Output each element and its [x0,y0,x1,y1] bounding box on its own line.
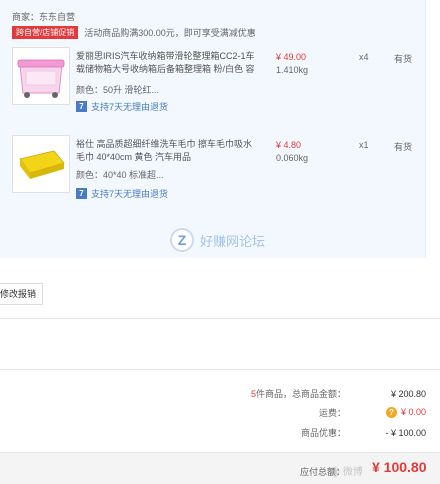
discount-label: 商品优惠： [300,428,346,438]
goods-total-label-text: 件商品，总商品金额： [255,389,346,399]
product-quantity: x4 [359,52,369,62]
freight-label: 运费： [318,408,346,418]
stock-status: 有货 [394,142,413,152]
payable-amount: ¥ 100.80 [372,459,427,475]
return-policy-link[interactable]: 7 支持7天无理由退货 [76,100,168,113]
product-image-storage-box[interactable] [12,47,70,105]
goods-total-row: 5件商品，总商品金额： ¥ 200.80 [216,387,426,400]
freight-row: 运费： ? ¥ 0.00 [216,406,426,419]
product-price: ¥ 4.80 [276,140,302,150]
seven-day-return-icon: 7 [76,188,87,199]
product-spec: 颜色：40*40 标准超... [76,170,164,180]
watermark-text: 好赚网论坛 [200,233,266,249]
promo-text: 活动商品购满300.00元，即可享受满减优惠 [84,28,256,38]
forum-logo-icon: Z [170,228,194,252]
stock-status: 有货 [394,54,413,64]
discount-value: - ¥ 100.00 [385,427,426,438]
return-policy-link[interactable]: 7 支持7天无理由退货 [76,187,168,200]
product-spec: 颜色：50升 滑轮红... [76,85,160,95]
edit-invoice-button[interactable]: 修改报销 [0,283,44,305]
product-weight: 0.060kg [276,153,309,163]
product-weight: 1.410kg [276,65,309,75]
payable-footer: @ 微博 应付总额： ¥ 100.80 [0,452,440,484]
goods-total-value: ¥ 200.80 [390,388,426,399]
seller-label: 商家：东东自营 [12,12,76,22]
return-policy-text: 支持7天无理由退货 [91,102,169,112]
forum-watermark: Z 好赚网论坛 [170,228,265,252]
goods-total-label: 5件商品，总商品金额： [216,387,346,400]
product-price: ¥ 49.00 [276,52,307,62]
product-name[interactable]: 爱丽思IRIS汽车收纳箱带滑轮整理箱CC2-1车载储物箱大号收纳箱后备箱整理箱 … [76,50,256,76]
freight-value-wrap: ? ¥ 0.00 [346,407,426,418]
product-quantity: x1 [359,140,369,150]
freight-value: ¥ 0.00 [400,407,426,417]
payable-label: 应付总额： [300,467,346,477]
promo-row: 跨自营/店铺促销 活动商品购满300.00元，即可享受满减优惠 [12,26,256,39]
freight-info-icon[interactable]: ? [385,407,397,418]
return-policy-text: 支持7天无理由退货 [91,189,169,199]
product-name[interactable]: 裕仕 高品质超细纤维洗车毛巾 擦车毛巾吸水毛巾 40*40cm 黄色 汽车用品 [76,138,256,164]
promo-tag: 跨自营/店铺促销 [12,26,79,39]
seven-day-return-icon: 7 [76,101,87,112]
order-items-panel: 商家：东东自营 跨自营/店铺促销 活动商品购满300.00元，即可享受满减优惠 … [0,0,426,258]
divider [0,369,440,370]
discount-row: 商品优惠： - ¥ 100.00 [216,426,426,439]
divider [0,318,440,319]
product-image-towel[interactable] [12,135,70,193]
